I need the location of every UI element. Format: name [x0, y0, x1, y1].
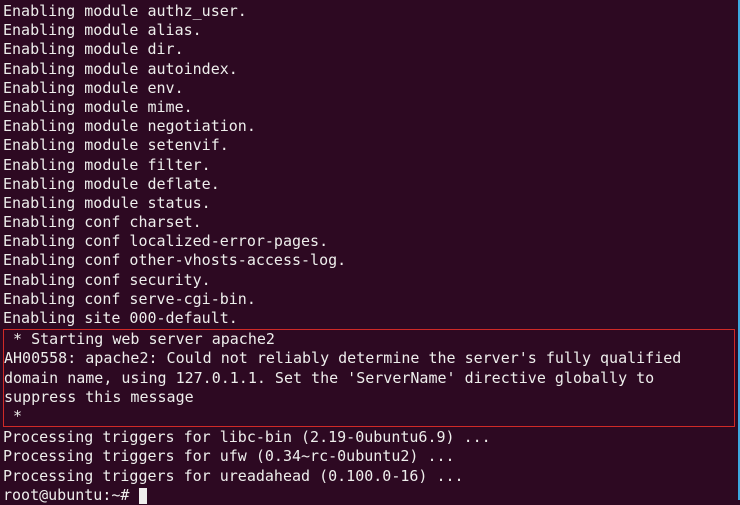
module-line: Enabling module status.: [3, 194, 735, 213]
module-line: Enabling module env.: [3, 79, 735, 98]
module-line: Enabling site 000-default.: [3, 309, 735, 328]
prompt-line[interactable]: root@ubuntu:~#: [3, 486, 735, 505]
trigger-line: Processing triggers for ureadahead (0.10…: [3, 467, 735, 486]
module-line: Enabling module autoindex.: [3, 60, 735, 79]
module-line: Enabling module deflate.: [3, 175, 735, 194]
module-line: Enabling module authz_user.: [3, 2, 735, 21]
module-line: Enabling conf other-vhosts-access-log.: [3, 251, 735, 270]
module-line: Enabling module negotiation.: [3, 117, 735, 136]
apache-warning-line: AH00558: apache2: Could not reliably det…: [4, 349, 734, 407]
trigger-line: Processing triggers for ufw (0.34~rc-0ub…: [3, 447, 735, 466]
terminal-output[interactable]: Enabling module authz_user.Enabling modu…: [3, 2, 735, 505]
module-line: Enabling module mime.: [3, 98, 735, 117]
module-line: Enabling conf localized-error-pages.: [3, 232, 735, 251]
module-line: Enabling conf security.: [3, 271, 735, 290]
module-line: Enabling module alias.: [3, 21, 735, 40]
module-line: Enabling module filter.: [3, 156, 735, 175]
shell-prompt: root@ubuntu:~#: [3, 486, 138, 504]
apache-star-line: *: [4, 407, 734, 426]
module-line: Enabling conf serve-cgi-bin.: [3, 290, 735, 309]
cursor-icon: [139, 488, 147, 504]
trigger-lines: Processing triggers for libc-bin (2.19-0…: [3, 428, 735, 486]
highlighted-warning-box: * Starting web server apache2 AH00558: a…: [3, 329, 735, 427]
module-line: Enabling conf charset.: [3, 213, 735, 232]
apache-start-line: * Starting web server apache2: [4, 330, 734, 349]
module-line: Enabling module dir.: [3, 40, 735, 59]
trigger-line: Processing triggers for libc-bin (2.19-0…: [3, 428, 735, 447]
module-enable-lines: Enabling module authz_user.Enabling modu…: [3, 2, 735, 328]
module-line: Enabling module setenvif.: [3, 136, 735, 155]
